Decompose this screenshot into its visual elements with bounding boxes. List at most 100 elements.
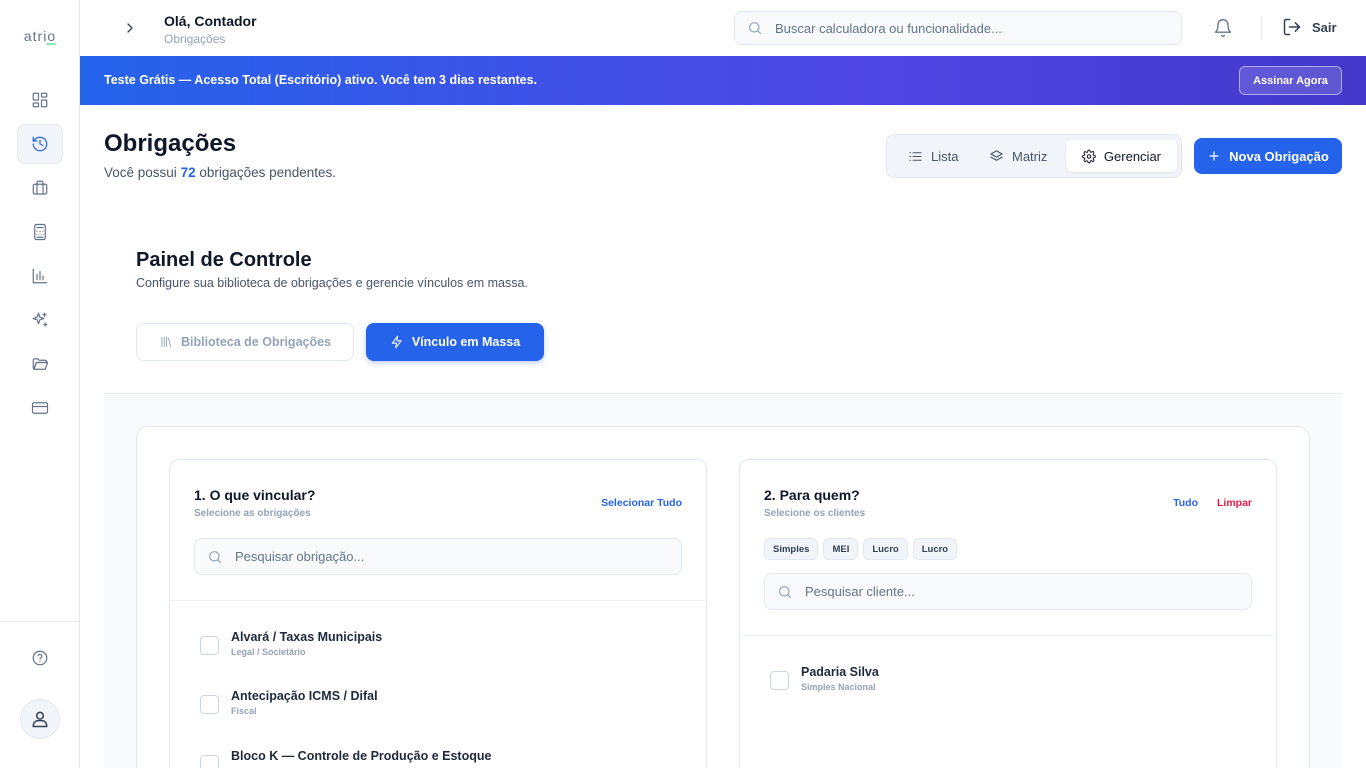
app-logo: atrio [23,28,57,44]
obligations-column-title: 1. O que vincular? [194,487,316,503]
help-icon [32,650,48,666]
tab-manage-label: Gerenciar [1103,148,1161,164]
new-obligation-label: Nova Obrigação [1229,148,1329,164]
item-title: Antecipação ICMS / Difal [231,689,378,703]
breadcrumb: Obrigações [164,32,226,46]
sidebar-item-help[interactable] [17,638,63,678]
sidebar-item-calculators[interactable] [17,212,63,252]
tab-matrix-label: Matriz [1012,148,1048,164]
gear-icon [1082,149,1096,163]
layers-icon [990,149,1003,161]
clear-selection-button[interactable]: Limpar [1217,497,1252,509]
tab-library[interactable]: Biblioteca de Obrigações [136,323,354,361]
checkbox[interactable] [200,636,219,655]
search-icon [749,22,761,34]
panel-subtitle: Configure sua biblioteca de obrigações e… [136,276,528,290]
list-item[interactable]: Padaria Silva Simples Nacional [770,665,879,692]
list-item[interactable]: Bloco K — Controle de Produção e Estoque [200,749,491,768]
avatar[interactable] [20,699,60,739]
client-search[interactable] [764,573,1252,610]
sidebar-divider [0,621,80,622]
logout-button[interactable]: Sair [1282,17,1337,37]
subtitle-suffix: obrigações pendentes. [199,165,336,180]
item-category: Simples Nacional [801,682,876,692]
logo-accent [46,43,56,45]
obligation-search[interactable] [194,538,682,575]
calculator-icon [34,223,46,241]
dashboard-icon [32,92,48,108]
column-divider [170,600,706,601]
clients-column-title: 2. Para quem? [764,487,860,503]
library-icon [161,336,172,348]
subscribe-button[interactable]: Assinar Agora [1239,66,1342,95]
obligation-search-input[interactable] [235,549,681,564]
sidebar-item-reports[interactable] [17,256,63,296]
checkbox[interactable] [200,755,219,768]
filter-chip-simples[interactable]: Simples [764,538,819,560]
list-item[interactable]: Antecipação ICMS / Difal Fiscal [200,689,378,716]
view-switcher: Lista Matriz Gerenciar [886,134,1182,178]
clients-column-subtitle: Selecione os clientes [764,508,866,519]
user-icon [32,711,48,728]
obligations-column-subtitle: Selecione as obrigações [194,508,311,519]
pending-count: 72 [180,165,196,180]
search-icon [779,585,791,598]
sidebar-item-dashboard[interactable] [17,80,63,120]
bell-icon [1214,19,1232,38]
item-title: Padaria Silva [801,665,879,679]
sidebar-item-obligations[interactable] [17,124,63,164]
sidebar-item-clients[interactable] [17,168,63,208]
list-item[interactable]: Alvará / Taxas Municipais Legal / Societ… [200,630,382,657]
checkbox[interactable] [770,671,789,690]
search-icon [209,550,221,563]
top-header: Olá, Contador Obrigações Sair [80,0,1366,56]
clients-column: 2. Para quem? Selecione os clientes Tudo… [739,459,1277,768]
select-all-button[interactable]: Selecionar Tudo [601,497,682,509]
logout-icon [1283,18,1301,36]
tab-list-label: Lista [931,148,959,164]
client-search-input[interactable] [805,584,1251,599]
filter-chip-lucro[interactable]: Lucro [863,538,908,560]
sidebar-item-ai[interactable] [17,300,63,340]
greeting: Olá, Contador [164,13,257,29]
history-icon [32,136,48,152]
folder-icon [32,358,49,370]
tab-mass-label: Vínculo em Massa [411,335,521,349]
header-divider [1261,16,1262,40]
item-title: Alvará / Taxas Municipais [231,630,383,644]
sidebar-item-billing[interactable] [17,388,63,428]
logout-label: Sair [1312,19,1337,35]
filter-chip-mei[interactable]: MEI [823,538,859,560]
select-all-clients-button[interactable]: Tudo [1173,497,1198,509]
expand-sidebar-button[interactable] [120,18,140,38]
lightning-icon [391,335,402,349]
tab-manage[interactable]: Gerenciar [1066,140,1177,172]
sidebar-item-documents[interactable] [17,344,63,384]
obligations-column: 1. O que vincular? Selecione as obrigaçõ… [169,459,707,768]
plus-icon [1209,151,1219,161]
trial-banner-text: Teste Grátis — Acesso Total (Escritório)… [104,73,538,87]
briefcase-icon [32,180,48,195]
tab-list[interactable]: Lista [892,140,974,172]
item-title: Bloco K — Controle de Produção e Estoque [231,749,492,763]
tab-library-label: Biblioteca de Obrigações [180,335,332,349]
sparkles-icon [32,312,48,327]
sidebar: atrio [0,0,80,768]
global-search[interactable] [734,11,1182,45]
panel-title: Painel de Controle [136,249,312,271]
global-search-input[interactable] [775,20,1181,36]
notifications-button[interactable] [1213,18,1233,38]
list-icon [909,151,922,161]
new-obligation-button[interactable]: Nova Obrigação [1194,138,1342,174]
subtitle-prefix: Você possui [104,165,177,180]
checkbox[interactable] [200,695,219,714]
regime-filters: Simples MEI Lucro Lucro [764,538,958,560]
filter-chip-lucro-2[interactable]: Lucro [912,538,958,560]
item-category: Legal / Societário [231,647,306,657]
trial-banner: Teste Grátis — Acesso Total (Escritório)… [80,56,1366,105]
item-category: Fiscal [231,706,257,716]
column-divider [740,635,1276,636]
chart-icon [32,268,48,284]
tab-matrix[interactable]: Matriz [973,140,1063,172]
tab-mass-link[interactable]: Vínculo em Massa [366,323,544,361]
